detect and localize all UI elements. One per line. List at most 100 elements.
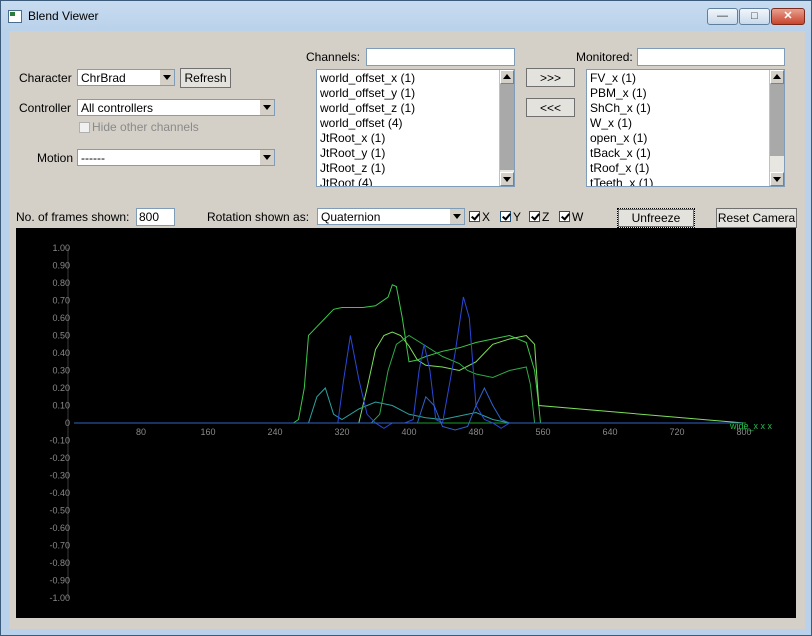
monitored-list-item[interactable]: tTeeth_x (1) (590, 176, 653, 186)
chevron-down-icon[interactable] (259, 150, 274, 165)
series-line-4 (74, 387, 744, 424)
monitored-list-item[interactable]: tRoof_x (1) (590, 161, 649, 175)
channels-list[interactable]: world_offset_x (1) world_offset_y (1) worl… (316, 69, 515, 187)
scroll-up-icon[interactable] (500, 70, 514, 84)
title-bar[interactable]: Blend Viewer — □ ✕ (1, 1, 811, 31)
window-title: Blend Viewer (28, 9, 99, 23)
blend-curve-chart[interactable]: 1.00 0.90 0.80 0.70 0.60 0.50 0.40 0.30 0.20 0.10… (16, 228, 796, 618)
toggle-y-checkbox[interactable] (500, 211, 511, 222)
remove-channel-button[interactable]: <<< (526, 98, 575, 117)
character-label: Character (19, 71, 72, 85)
series-line-6 (74, 386, 744, 431)
y-tick-label: -0.60 (49, 523, 70, 533)
y-tick-label: -0.90 (49, 576, 70, 586)
toggle-z-checkbox[interactable] (529, 211, 540, 222)
frames-label: No. of frames shown: (16, 210, 130, 224)
toggle-w-checkbox[interactable] (559, 211, 570, 222)
channel-list-item[interactable]: JtRoot_x (1) (320, 131, 385, 145)
minimize-icon: — (717, 10, 728, 22)
scroll-thumb[interactable] (770, 84, 784, 156)
channels-label: Channels: (306, 50, 361, 64)
monitored-list-item[interactable]: PBM_x (1) (590, 86, 647, 100)
chevron-down-icon[interactable] (159, 70, 174, 85)
chevron-down-icon[interactable] (259, 100, 274, 115)
refresh-button[interactable]: Refresh (180, 68, 231, 88)
motion-select[interactable]: ------ (77, 149, 275, 166)
series-line-3 (74, 334, 744, 424)
minimize-button[interactable]: — (707, 8, 738, 25)
x-tick-label: 160 (200, 427, 215, 437)
monitored-scrollbar[interactable] (769, 70, 784, 186)
channel-list-item[interactable]: world_offset_y (1) (320, 86, 415, 100)
channels-filter-input[interactable] (366, 48, 515, 66)
y-tick-label: -0.40 (49, 488, 70, 498)
app-icon (8, 10, 22, 23)
chevron-down-icon[interactable] (449, 209, 464, 224)
series-line-1 (74, 284, 744, 424)
monitored-list-item[interactable]: ShCh_x (1) (590, 101, 651, 115)
x-tick-label: 240 (267, 427, 282, 437)
scroll-down-icon[interactable] (500, 172, 514, 186)
maximize-button[interactable]: □ (739, 8, 770, 25)
y-tick-label: 0.80 (52, 278, 70, 288)
channel-list-item[interactable]: JtRoot (4) (320, 176, 373, 186)
frames-input[interactable] (136, 208, 175, 226)
monitored-filter-input[interactable] (637, 48, 785, 66)
channels-scrollbar[interactable] (499, 70, 514, 186)
channel-list-item[interactable]: world_offset_z (1) (320, 101, 415, 115)
monitored-list-item[interactable]: tBack_x (1) (590, 146, 651, 160)
y-tick-label: -0.50 (49, 506, 70, 516)
y-tick-label: -1.00 (49, 593, 70, 603)
x-tick-label: 720 (669, 427, 684, 437)
x-tick-label: 640 (602, 427, 617, 437)
unfreeze-button[interactable]: Unfreeze (617, 208, 695, 228)
controller-select[interactable]: All controllers (77, 99, 275, 116)
hide-other-channels-label: Hide other channels (92, 120, 199, 134)
hide-other-channels-checkbox[interactable] (79, 122, 90, 133)
y-tick-label: 0.70 (52, 296, 70, 306)
y-tick-label: 0.30 (52, 366, 70, 376)
channel-list-item[interactable]: JtRoot_y (1) (320, 146, 385, 160)
toggle-x-checkbox[interactable] (469, 211, 480, 222)
channel-list-item[interactable]: world_offset (4) (320, 116, 402, 130)
channel-list-item[interactable]: JtRoot_z (1) (320, 161, 385, 175)
y-tick-label: 1.00 (52, 243, 70, 253)
rotation-value: Quaternion (321, 210, 381, 224)
rotation-label: Rotation shown as: (207, 210, 310, 224)
x-tick-label: 80 (136, 427, 146, 437)
monitored-list-item[interactable]: open_x (1) (590, 131, 647, 145)
scroll-down-icon[interactable] (770, 172, 784, 186)
rotation-select[interactable]: Quaternion (317, 208, 465, 225)
controller-label: Controller (19, 101, 72, 115)
toggle-x-label: X (482, 210, 491, 224)
toggle-z-label: Z (542, 210, 550, 224)
monitored-list[interactable]: FV_x (1) PBM_x (1) ShCh_x (1) W_x (1) open_x… (586, 69, 785, 187)
motion-label: Motion (37, 151, 74, 165)
monitored-label: Monitored: (576, 50, 633, 64)
blend-curve-plot[interactable]: 1.00 0.90 0.80 0.70 0.60 0.50 0.40 0.30 0.20 0.10… (16, 228, 796, 618)
x-tick-label: 320 (334, 427, 349, 437)
y-tick-label: -0.30 (49, 471, 70, 481)
scroll-thumb[interactable] (500, 84, 514, 170)
reset-camera-button[interactable]: Reset Camera (716, 208, 797, 228)
toggle-w-label: W (572, 210, 584, 224)
close-icon: ✕ (783, 10, 793, 22)
character-value: ChrBrad (81, 71, 126, 85)
client-area: Character ChrBrad Refresh Controller All… (9, 31, 805, 629)
y-tick-label: -0.20 (49, 453, 70, 463)
toggle-y-label: Y (513, 210, 522, 224)
character-select[interactable]: ChrBrad (77, 69, 175, 86)
add-channel-button[interactable]: >>> (526, 68, 575, 87)
close-button[interactable]: ✕ (771, 8, 805, 25)
y-tick-label: 0.60 (52, 313, 70, 323)
y-tick-label: 0.20 (52, 383, 70, 393)
monitored-list-item[interactable]: FV_x (1) (590, 71, 636, 85)
monitored-list-item[interactable]: W_x (1) (590, 116, 632, 130)
channel-list-item[interactable]: world_offset_x (1) (320, 71, 415, 85)
scroll-up-icon[interactable] (770, 70, 784, 84)
legend-label: wide_x x x (729, 421, 773, 431)
y-tick-label: -0.80 (49, 558, 70, 568)
motion-value: ------ (81, 151, 105, 165)
y-tick-label: 0.50 (52, 331, 70, 341)
y-tick-label: 0.40 (52, 348, 70, 358)
